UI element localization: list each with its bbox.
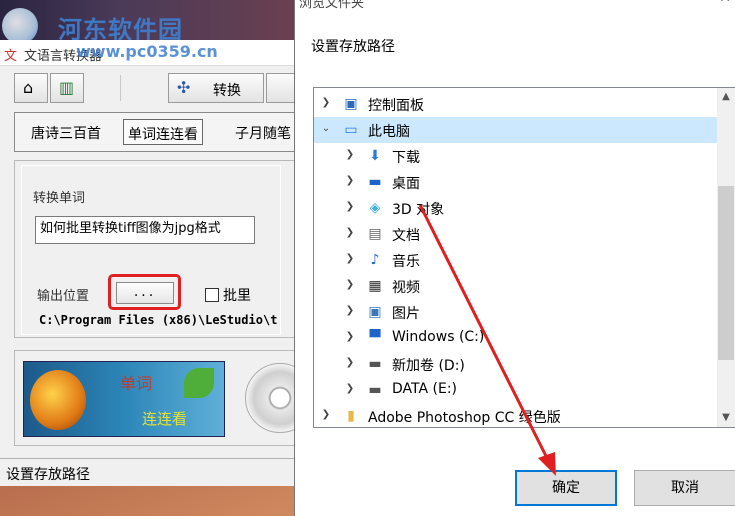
tree-item-drive-d[interactable]: ❯ ▬ 新加卷 (D:) (314, 351, 718, 377)
scrollbar-thumb[interactable] (718, 186, 734, 360)
chevron-right-icon[interactable]: ❯ (344, 175, 356, 187)
app-icon: 文 (4, 49, 18, 64)
tree-item-drive-c[interactable]: ❯ ▀ Windows (C:) (314, 325, 718, 351)
scroll-up-arrow-icon[interactable]: ▲ (717, 88, 735, 106)
tree-item-photoshop-folder[interactable]: ❯ ▮ Adobe Photoshop CC 绿色版 (314, 403, 718, 427)
tree-item-pictures[interactable]: ❯ ▣ 图片 (314, 299, 718, 325)
download-icon: ⬇ (369, 148, 381, 164)
control-panel-icon: ▣ (344, 96, 358, 112)
chevron-right-icon[interactable]: ❯ (344, 201, 356, 213)
convert-button-label: 转换 (213, 83, 241, 99)
dialog-description: 设置存放路径 (311, 39, 395, 55)
3d-objects-icon: ◈ (369, 200, 381, 216)
desktop-icon: ▬ (368, 174, 382, 190)
this-pc-icon: ▭ (344, 122, 358, 138)
tree-item-label: 控制面板 (368, 98, 424, 114)
video-icon: ▦ (368, 278, 382, 294)
tab-tang-poems[interactable]: 唐诗三百首 (27, 119, 105, 145)
convert-button[interactable]: ✣ 转换 (168, 73, 264, 103)
tree-item-3d-objects[interactable]: ❯ ◈ 3D 对象 (314, 195, 718, 221)
home-button[interactable]: ⌂ (14, 73, 48, 103)
convert-word-value: 如何批里转换tiff图像为jpg格式 (40, 221, 221, 236)
left-app-window: 河东软件园 文 文语言转换器 ⌂ ▥ ✣ 转换 唐诗三百首 单词连连看 子月随笔… (0, 0, 315, 516)
tab-bar: 唐诗三百首 单词连连看 子月随笔 (14, 112, 295, 152)
annotation-highlight-box (108, 274, 181, 310)
status-text: 设置存放路径 (6, 467, 90, 483)
drive-icon: ▬ (368, 382, 382, 398)
folder-tree[interactable]: ❯ ▣ 控制面板 ⌄ ▭ 此电脑 ❯ ⬇ 下载 ❯ ▬ 桌面 ❯ ◈ 3D 对象 (313, 87, 735, 428)
output-path: C:\Program Files (x86)\LeStudio\t (39, 313, 278, 327)
tree-item-drive-e[interactable]: ❯ ▬ DATA (E:) (314, 377, 718, 403)
banner-panel: 单词 连连看 (14, 350, 315, 446)
chevron-right-icon[interactable]: ❯ (344, 357, 356, 369)
cancel-button[interactable]: 取消 (634, 470, 735, 506)
more-button[interactable] (266, 73, 295, 103)
chevron-right-icon[interactable]: ❯ (344, 227, 356, 239)
watermark-url: www.pc0359.cn (76, 42, 218, 61)
tree-item-downloads[interactable]: ❯ ⬇ 下载 (314, 143, 718, 169)
tree-item-videos[interactable]: ❯ ▦ 视频 (314, 273, 718, 299)
chevron-down-icon[interactable]: ⌄ (320, 123, 332, 135)
tree-item-label: 音乐 (392, 254, 420, 270)
browse-folder-dialog: 浏览文件夹 ✕ 设置存放路径 ❯ ▣ 控制面板 ⌄ ▭ 此电脑 ❯ ⬇ 下载 ❯… (294, 0, 735, 516)
tree-item-label: 下载 (392, 150, 420, 166)
convert-word-label: 转换单词 (33, 191, 86, 206)
chevron-right-icon[interactable]: ❯ (344, 279, 356, 291)
windows-drive-icon: ▀ (369, 330, 381, 346)
chevron-right-icon[interactable]: ❯ (344, 253, 356, 265)
batch-label: 批里 (223, 288, 251, 304)
exit-button[interactable]: ▥ (50, 73, 84, 103)
toolbar-separator (120, 75, 121, 101)
home-icon: ⌂ (23, 78, 34, 97)
tree-item-label: Windows (C:) (392, 329, 485, 345)
music-icon: ♪ (370, 252, 380, 268)
convert-word-input[interactable]: 如何批里转换tiff图像为jpg格式 (35, 216, 255, 244)
tree-item-label: 图片 (392, 306, 420, 322)
tree-item-label: 桌面 (392, 176, 420, 192)
vertical-scrollbar[interactable]: ▲ ▼ (717, 88, 735, 427)
converter-window: 文 文语言转换器 ⌂ ▥ ✣ 转换 唐诗三百首 单词连连看 子月随笔 转换单词 … (0, 40, 315, 486)
scroll-down-arrow-icon[interactable]: ▼ (717, 409, 735, 427)
fish-logo-icon (30, 370, 86, 430)
chevron-right-icon[interactable]: ❯ (344, 331, 356, 343)
tree-item-control-panel[interactable]: ❯ ▣ 控制面板 (314, 91, 718, 117)
folder-icon: ▮ (347, 408, 355, 424)
word-match-banner[interactable]: 单词 连连看 (23, 361, 225, 437)
tab-word-match[interactable]: 单词连连看 (123, 119, 203, 145)
network-icon: ✣ (177, 78, 191, 97)
picture-icon: ▣ (368, 304, 382, 320)
leaf-icon (184, 368, 214, 398)
chevron-right-icon[interactable]: ❯ (344, 149, 356, 161)
dialog-title: 浏览文件夹 (299, 0, 365, 11)
tree-item-label: 新加卷 (D:) (392, 358, 465, 374)
tree-item-music[interactable]: ❯ ♪ 音乐 (314, 247, 718, 273)
tree-item-label: 3D 对象 (392, 202, 445, 218)
status-bar: 设置存放路径 (0, 458, 295, 486)
tree-item-label: DATA (E:) (392, 381, 458, 397)
convert-panel: 转换单词 如何批里转换tiff图像为jpg格式 输出位置 ... 批里 C:\P… (14, 160, 295, 338)
tree-item-this-pc[interactable]: ⌄ ▭ 此电脑 (314, 117, 718, 143)
close-icon[interactable]: ✕ (719, 0, 731, 6)
tree-item-label: 此电脑 (368, 124, 410, 140)
chevron-right-icon[interactable]: ❯ (320, 409, 332, 421)
chevron-right-icon[interactable]: ❯ (344, 305, 356, 317)
batch-checkbox[interactable] (205, 288, 219, 302)
chevron-right-icon[interactable]: ❯ (320, 97, 332, 109)
chevron-right-icon[interactable]: ❯ (344, 383, 356, 395)
ok-button[interactable]: 确定 (515, 470, 617, 506)
drive-icon: ▬ (368, 356, 382, 372)
banner-subtitle: 连连看 (142, 410, 188, 428)
tree-item-documents[interactable]: ❯ ▤ 文档 (314, 221, 718, 247)
document-icon: ▤ (368, 226, 382, 242)
tree-item-label: 视频 (392, 280, 420, 296)
tree-item-label: Adobe Photoshop CC 绿色版 (368, 410, 561, 426)
tab-essays[interactable]: 子月随笔 (231, 119, 295, 145)
tree-item-desktop[interactable]: ❯ ▬ 桌面 (314, 169, 718, 195)
exit-icon: ▥ (59, 78, 75, 97)
watermark-logo (2, 8, 38, 44)
output-location-label: 输出位置 (37, 289, 90, 304)
banner-title: 单词 (120, 374, 153, 393)
tree-item-label: 文档 (392, 228, 420, 244)
